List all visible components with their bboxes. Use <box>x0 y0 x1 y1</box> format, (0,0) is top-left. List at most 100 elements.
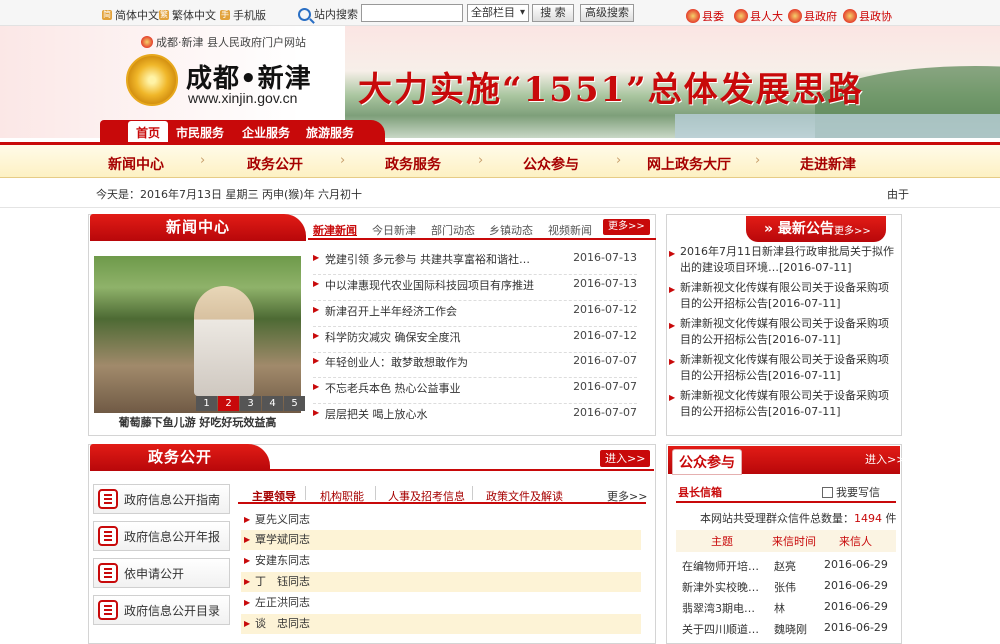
advanced-search-button[interactable]: 高级搜索 <box>580 4 634 22</box>
column-sender: 来信人 <box>839 535 872 548</box>
letter-date: 2016-06-29 <box>824 579 888 592</box>
mobile-version-link[interactable]: 手手机版 <box>220 7 266 23</box>
nav-online-service-hall[interactable]: 网上政务大厅 <box>647 154 731 174</box>
news-item[interactable]: ▶ 层层把关 喝上放心水 2016-07-07 <box>313 404 637 430</box>
info-disclosure-annual-report-button[interactable]: 政府信息公开年报 <box>93 521 230 551</box>
news-date: 2016-07-12 <box>573 329 637 342</box>
tab-today-xinjin[interactable]: 今日新津 <box>372 222 416 238</box>
nav-public-participation[interactable]: 公众参与 <box>523 154 579 174</box>
leader-item[interactable]: ▶ 夏先义同志 <box>241 510 641 530</box>
leader-item[interactable]: ▶ 谈 忠同志 <box>241 614 641 634</box>
xinjin-logo-icon[interactable] <box>126 54 178 106</box>
county-congress-link[interactable]: 县人大 <box>734 8 783 24</box>
announcement-item[interactable]: ▶ 新津新视文化传媒有限公司关于设备采购项目的公开招标公告[2016-07-11] <box>668 388 898 420</box>
news-item[interactable]: ▶ 不忘老兵本色 热心公益事业 2016-07-07 <box>313 378 637 404</box>
tab-main-leaders[interactable]: 主要领导 <box>252 488 296 504</box>
leader-item[interactable]: ▶ 安建东同志 <box>241 551 641 571</box>
search-input[interactable] <box>361 4 463 22</box>
news-item[interactable]: ▶ 年轻创业人：敢梦敢想敢作为 2016-07-07 <box>313 352 637 378</box>
tab-home[interactable]: 首页 <box>128 121 169 144</box>
county-government-link[interactable]: 县政府 <box>788 8 837 24</box>
news-title[interactable]: 新津召开上半年经济工作会 <box>325 303 545 319</box>
news-title[interactable]: 党建引领 多元参与 共建共享富裕和谐社… <box>325 251 545 267</box>
gov-more-link[interactable]: 更多>> <box>607 488 647 504</box>
leader-item[interactable]: ▶ 覃学斌同志 <box>241 530 641 550</box>
photo-page-1[interactable]: 1 <box>196 396 217 411</box>
mobile-icon: 手 <box>220 10 230 20</box>
letter-subject[interactable]: 关于四川顺道… <box>682 621 759 637</box>
write-letter-button[interactable]: 我要写信 <box>822 484 880 500</box>
photo-page-2[interactable]: 2 <box>218 396 239 411</box>
news-item[interactable]: ▶ 科学防灾减灾 确保安全度汛 2016-07-12 <box>313 327 637 353</box>
tab-citizen-services[interactable]: 市民服务 <box>176 124 224 141</box>
tab-xinjin-news[interactable]: 新津新闻 <box>313 222 357 238</box>
letter-date: 2016-06-29 <box>824 600 888 613</box>
nav-news-center[interactable]: 新闻中心 <box>108 154 164 174</box>
nav-separator: › <box>616 153 622 168</box>
nav-government-services[interactable]: 政务服务 <box>385 154 441 174</box>
news-title[interactable]: 年轻创业人：敢梦敢想敢作为 <box>325 354 545 370</box>
tab-personnel-recruitment[interactable]: 人事及招考信息 <box>388 488 465 504</box>
letter-subject[interactable]: 翡翠湾3期电… <box>682 600 755 616</box>
photo-page-4[interactable]: 4 <box>262 396 283 411</box>
nav-government-affairs[interactable]: 政务公开 <box>247 154 303 174</box>
request-disclosure-button[interactable]: 依申请公开 <box>93 558 230 588</box>
gov-enter-button[interactable]: 进入>> <box>600 450 651 467</box>
tab-agency-functions[interactable]: 机构职能 <box>320 488 364 504</box>
photo-page-5[interactable]: 5 <box>284 396 305 411</box>
traditional-chinese-link[interactable]: 繁繁体中文 <box>159 7 216 23</box>
news-more-button[interactable]: 更多>> <box>603 219 650 235</box>
simplified-icon: 简 <box>102 10 112 20</box>
column-select[interactable]: 全部栏目 <box>467 4 529 22</box>
county-cppcc-link[interactable]: 县政协 <box>843 8 892 24</box>
leader-name: 夏先义同志 <box>255 513 310 526</box>
tab-department-news[interactable]: 部门动态 <box>431 222 475 238</box>
leader-name: 丁 钰同志 <box>255 575 310 588</box>
news-title[interactable]: 科学防灾减灾 确保安全度汛 <box>325 329 545 345</box>
announcement-item[interactable]: ▶ 新津新视文化传媒有限公司关于设备采购项目的公开招标公告[2016-07-11] <box>668 352 898 384</box>
news-title[interactable]: 中以津惠现代农业国际科技园项目有序推进 <box>325 277 545 293</box>
nav-about-xinjin[interactable]: 走进新津 <box>800 154 856 174</box>
tab-policy-documents[interactable]: 政策文件及解读 <box>486 488 563 504</box>
news-item[interactable]: ▶ 党建引领 多元参与 共建共享富裕和谐社… 2016-07-13 <box>313 249 637 275</box>
tab-township-news[interactable]: 乡镇动态 <box>489 222 533 238</box>
news-title[interactable]: 不忘老兵本色 热心公益事业 <box>325 380 545 396</box>
tab-separator <box>472 486 473 500</box>
tab-tourism-services[interactable]: 旅游服务 <box>306 124 354 141</box>
public-enter-button[interactable]: 进入>> <box>860 451 910 468</box>
tab-county-mayor-mailbox[interactable]: 县长信箱 <box>678 484 722 500</box>
news-item[interactable]: ▶ 新津召开上半年经济工作会 2016-07-12 <box>313 301 637 327</box>
county-committee-link[interactable]: 县委 <box>686 8 724 24</box>
tab-video-news[interactable]: 视频新闻 <box>548 222 592 238</box>
bullet-icon: ▶ <box>244 556 251 565</box>
info-disclosure-guide-button[interactable]: 政府信息公开指南 <box>93 484 230 514</box>
bullet-icon: ▶ <box>313 305 320 314</box>
announcement-item[interactable]: ▶ 2016年7月11日新津县行政审批局关于拟作出的建设项目环境…[2016-07… <box>668 244 898 276</box>
news-title[interactable]: 层层把关 喝上放心水 <box>325 406 545 422</box>
leader-item[interactable]: ▶ 丁 钰同志 <box>241 572 641 592</box>
letter-subject[interactable]: 新津外实校晚… <box>682 579 759 595</box>
announcement-item[interactable]: ▶ 新津新视文化传媒有限公司关于设备采购项目的公开招标公告[2016-07-11] <box>668 316 898 348</box>
button-label: 依申请公开 <box>124 566 185 581</box>
info-disclosure-catalog-button[interactable]: 政府信息公开目录 <box>93 595 230 625</box>
letter-count-label: 本网站共受理群众信件总数量： <box>700 512 854 525</box>
traditional-label: 繁体中文 <box>172 9 216 22</box>
tab-enterprise-services[interactable]: 企业服务 <box>242 124 290 141</box>
leader-item[interactable]: ▶ 左正洪同志 <box>241 593 641 613</box>
scrolling-notice[interactable]: 由于 <box>887 186 909 202</box>
photo-page-3[interactable]: 3 <box>240 396 261 411</box>
announcements-more-link[interactable]: 更多>> <box>834 222 871 237</box>
announcement-item[interactable]: ▶ 新津新视文化传媒有限公司关于设备采购项目的公开招标公告[2016-07-11] <box>668 280 898 312</box>
simplified-chinese-link[interactable]: 简简体中文 <box>102 7 159 23</box>
news-item[interactable]: ▶ 中以津惠现代农业国际科技园项目有序推进 2016-07-13 <box>313 275 637 301</box>
letter-subject[interactable]: 在编物师开培… <box>682 558 759 574</box>
national-emblem-icon <box>734 9 748 23</box>
bullet-icon: ▶ <box>669 393 676 402</box>
nav-separator: › <box>200 153 206 168</box>
news-photo[interactable] <box>94 256 301 413</box>
news-date: 2016-07-07 <box>573 354 637 367</box>
search-button[interactable]: 搜 索 <box>532 4 574 22</box>
write-icon <box>822 486 833 498</box>
photo-caption[interactable]: 葡萄藤下鱼儿游 好吃好玩效益高 <box>94 414 301 430</box>
announcement-text: 新津新视文化传媒有限公司关于设备采购项目的公开招标公告[2016-07-11] <box>680 389 889 418</box>
